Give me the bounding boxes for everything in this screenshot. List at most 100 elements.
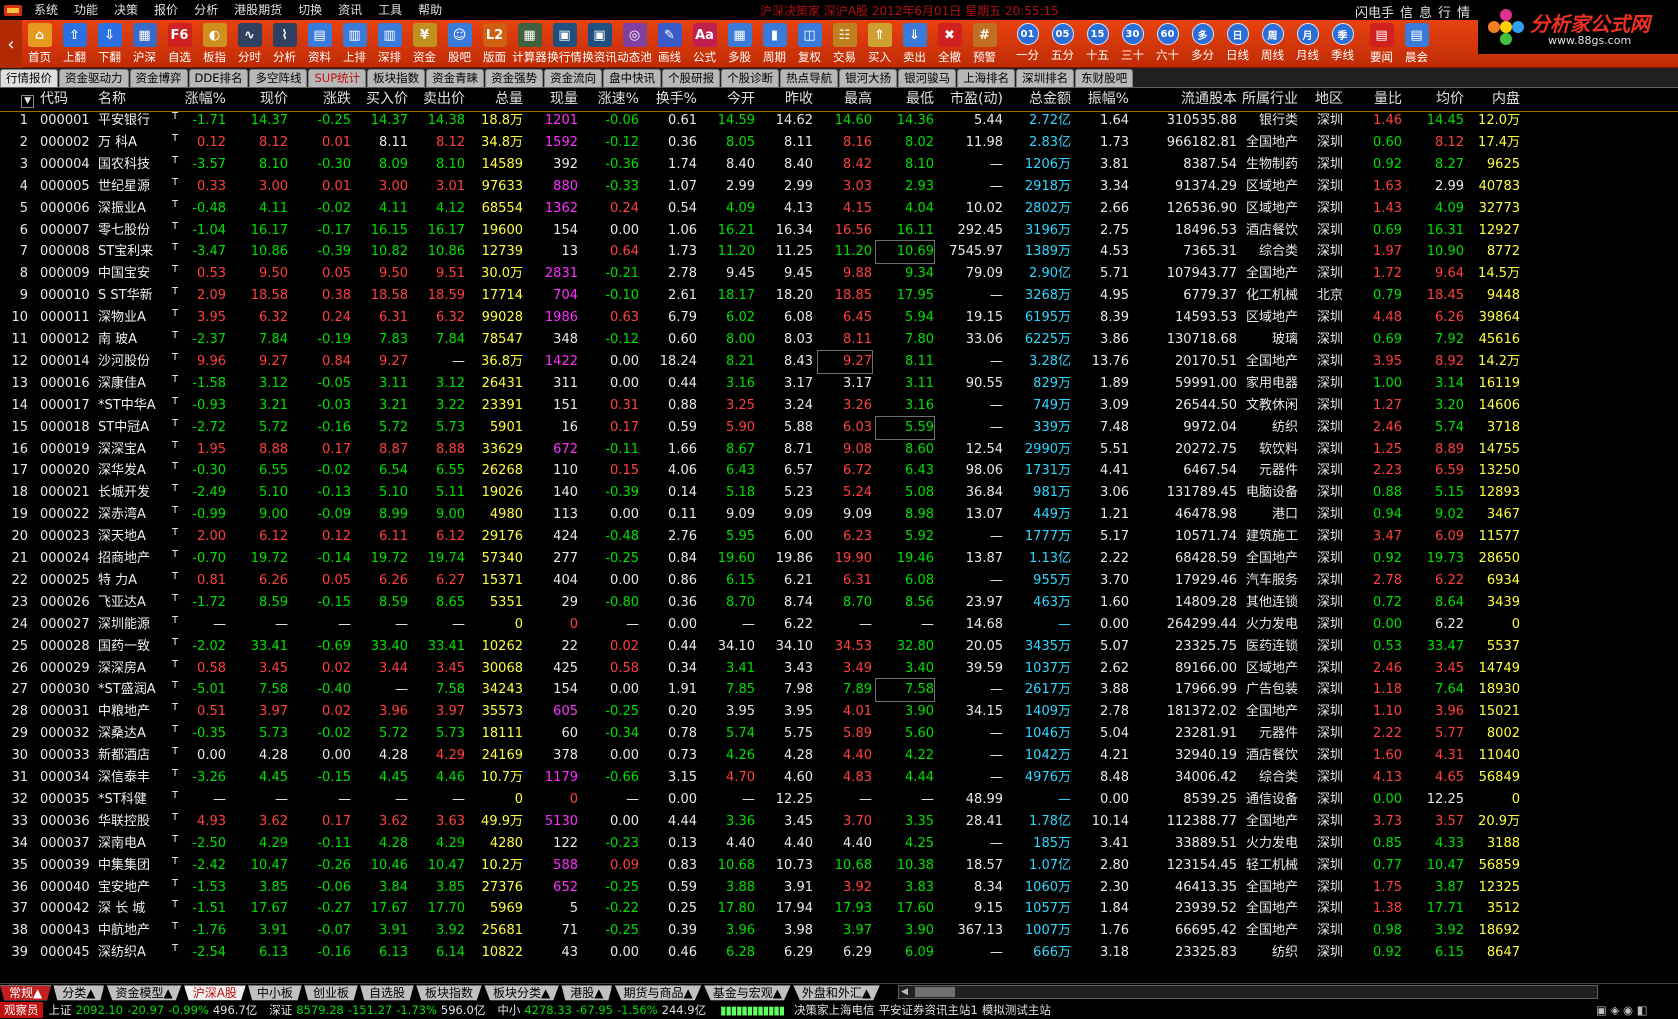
cell[interactable]: 000004	[40, 154, 96, 176]
table-row[interactable]: 11 000012 南 玻A T -2.37 7.84 -0.19 7.83 7.84 78547…	[0, 329, 1678, 351]
table-row[interactable]: 28 000031 中粮地产 T 0.51 3.97 0.02 3.96 3.97 35573 60…	[0, 701, 1678, 723]
cell[interactable]: 000012	[40, 329, 96, 351]
table-row[interactable]: 5 000006 深振业A T -0.48 4.11 -0.02 4.11 4.12 68554 1…	[0, 198, 1678, 220]
cell[interactable]: 000024	[40, 548, 96, 570]
toolbar-button[interactable]: 季季线	[1325, 20, 1360, 68]
tray-icons[interactable]: ▣ ◈ ◉ ◧	[1596, 1003, 1648, 1017]
tab-2[interactable]: 资金博弈	[129, 69, 188, 87]
market-tab[interactable]: 资金模型▲	[106, 984, 182, 1001]
table-row[interactable]: 22 000025 特 力A T 0.81 6.26 0.05 6.26 6.27 15371 40…	[0, 570, 1678, 592]
table-row[interactable]: 18 000021 长城开发 T -2.49 5.10 -0.13 5.10 5.11 19026…	[0, 482, 1678, 504]
toolbar-button[interactable]: 周周线	[1255, 20, 1290, 68]
table-row[interactable]: 24 000027 深圳能源 T — — — — —0 0—0.00—6.22— —14.68—0.…	[0, 614, 1678, 636]
toolbar-button[interactable]: Aa 公式	[687, 20, 722, 68]
menu-item[interactable]: 报价	[146, 0, 186, 20]
menu-item[interactable]: 决策	[106, 0, 146, 20]
market-tab[interactable]: 中小板	[247, 984, 302, 1001]
tab-7[interactable]: 资金青睐	[426, 69, 485, 87]
column-header[interactable]: 涨速%	[583, 88, 639, 110]
toolbar-button[interactable]: L2 版面	[477, 20, 512, 68]
cell[interactable]: 000021	[40, 482, 96, 504]
market-tab[interactable]: 港股▲	[561, 984, 613, 1001]
cell[interactable]: 000037	[40, 833, 96, 855]
horizontal-scrollbar[interactable]: ◀	[898, 985, 1598, 999]
table-row[interactable]: 37 000042 深 长 城 T -1.51 17.67 -0.27 17.67 17.70 5…	[0, 898, 1678, 920]
column-header[interactable]: 市盈(动)	[938, 88, 1003, 110]
column-header[interactable]: 现量	[528, 88, 578, 110]
toolbar-button[interactable]: ◐ 板指	[197, 20, 232, 68]
cell[interactable]: 000029	[40, 658, 96, 680]
table-row[interactable]: 10 000011 深物业A T 3.95 6.32 0.24 6.31 6.32 99028 19…	[0, 307, 1678, 329]
toolbar-button[interactable]: ⇑ 买入	[862, 20, 897, 68]
tab-18[interactable]: 东财股吧	[1075, 69, 1134, 87]
cell[interactable]: 000045	[40, 942, 96, 964]
column-header[interactable]: 名称	[98, 88, 188, 110]
menu-item[interactable]: 系统	[26, 0, 66, 20]
toolbar-button[interactable]: 30 三十	[1115, 20, 1150, 68]
menu-item[interactable]: 帮助	[410, 0, 450, 20]
tab-14[interactable]: 银河大扬	[839, 69, 898, 87]
column-header[interactable]: 今开	[701, 88, 755, 110]
top-right-link[interactable]: 情	[1457, 2, 1470, 21]
table-row[interactable]: 19 000022 深赤湾A T -0.99 9.00 -0.09 8.99 9.00 4980 1…	[0, 504, 1678, 526]
table-row[interactable]: 30 000033 新都酒店 T 0.00 4.28 0.00 4.28 4.29 24169 37…	[0, 745, 1678, 767]
menu-item[interactable]: 分析	[186, 0, 226, 20]
toolbar-button[interactable]: ∿ 分时	[232, 20, 267, 68]
cell[interactable]: 000033	[40, 745, 96, 767]
market-tab[interactable]: 创业板	[303, 984, 358, 1001]
info-server[interactable]: 平安证券资讯主站1	[879, 1002, 978, 1018]
table-row[interactable]: 9 000010 S ST华新 T 2.09 18.58 0.38 18.58 18.59 177…	[0, 285, 1678, 307]
cell[interactable]: 000026	[40, 592, 96, 614]
toolbar-button[interactable]: ▦ 沪深	[127, 20, 162, 68]
table-row[interactable]: 23 000026 飞亚达A T -1.72 8.59 -0.15 8.59 8.65 5351 2…	[0, 592, 1678, 614]
cell[interactable]: 000027	[40, 614, 96, 636]
table-row[interactable]: 27 000030 *ST盛润A T -5.01 7.58 -0.40—7.58 34243 1…	[0, 678, 1678, 703]
tab-10[interactable]: 盘中快讯	[603, 69, 662, 87]
market-tab[interactable]: 板块指数	[415, 984, 482, 1001]
toolbar-button[interactable]: ☷ 交易	[827, 20, 862, 68]
cell[interactable]: 000028	[40, 636, 96, 658]
cell[interactable]: 000025	[40, 570, 96, 592]
cell[interactable]: 000007	[40, 220, 96, 242]
table-row[interactable]: 16 000019 深深宝A T 1.95 8.88 0.17 8.87 8.88 33629 67…	[0, 439, 1678, 461]
cell[interactable]: 000009	[40, 263, 96, 285]
table-row[interactable]: 2 000002 万 科A T 0.12 8.12 0.01 8.11 8.12 34.8万 159…	[0, 132, 1678, 154]
toolbar-button[interactable]: F6 自选	[162, 20, 197, 68]
cell[interactable]: 000036	[40, 811, 96, 833]
tab-11[interactable]: 个股研报	[662, 69, 721, 87]
scroll-left-icon[interactable]: ◀	[901, 987, 911, 997]
cell[interactable]: 000017	[40, 395, 96, 417]
test-server[interactable]: 模拟测试主站	[982, 1002, 1051, 1018]
toolbar-button[interactable]: ▤ 资料	[302, 20, 337, 68]
toolbar-button[interactable]: ▥ 深排	[372, 20, 407, 68]
tab-1[interactable]: 资金驱动力	[59, 69, 129, 87]
market-tab[interactable]: 分类▲	[53, 984, 105, 1001]
toolbar-button[interactable]: 月月线	[1290, 20, 1325, 68]
brand-url[interactable]: www.88gs.com	[1548, 34, 1631, 47]
cell[interactable]: 000039	[40, 855, 96, 877]
toolbar-button[interactable]: 日日线	[1220, 20, 1255, 68]
cell[interactable]: 000022	[40, 504, 96, 526]
market-tab[interactable]: 期货与商品▲	[614, 984, 702, 1001]
menu-item[interactable]: 功能	[66, 0, 106, 20]
column-header[interactable]: 现价	[234, 88, 288, 110]
sort-menu-icon[interactable]: ▼	[12, 88, 34, 110]
cell[interactable]: 000042	[40, 898, 96, 920]
toolbar-button[interactable]: 多多分	[1185, 20, 1220, 68]
market-tab[interactable]: 常规▲	[0, 984, 52, 1001]
market-tab[interactable]: 板块分类▲	[483, 984, 560, 1001]
column-header[interactable]: 所属行业	[1240, 88, 1298, 110]
column-header[interactable]: 代码	[40, 88, 96, 110]
cell[interactable]: 000006	[40, 198, 96, 220]
column-header[interactable]: 内盘	[1468, 88, 1520, 110]
cell[interactable]: 000030	[40, 679, 96, 701]
column-header[interactable]: 卖出价	[412, 88, 465, 110]
toolbar-button[interactable]: 05 五分	[1045, 20, 1080, 68]
tab-8[interactable]: 资金强势	[485, 69, 544, 87]
cell[interactable]: 000001	[40, 110, 96, 132]
tab-9[interactable]: 资金流向	[544, 69, 603, 87]
app-logo-icon[interactable]	[2, 1, 24, 19]
cell[interactable]: 000014	[40, 351, 96, 373]
column-header[interactable]: 振幅%	[1075, 88, 1129, 110]
menu-item[interactable]: 切换	[290, 0, 330, 20]
